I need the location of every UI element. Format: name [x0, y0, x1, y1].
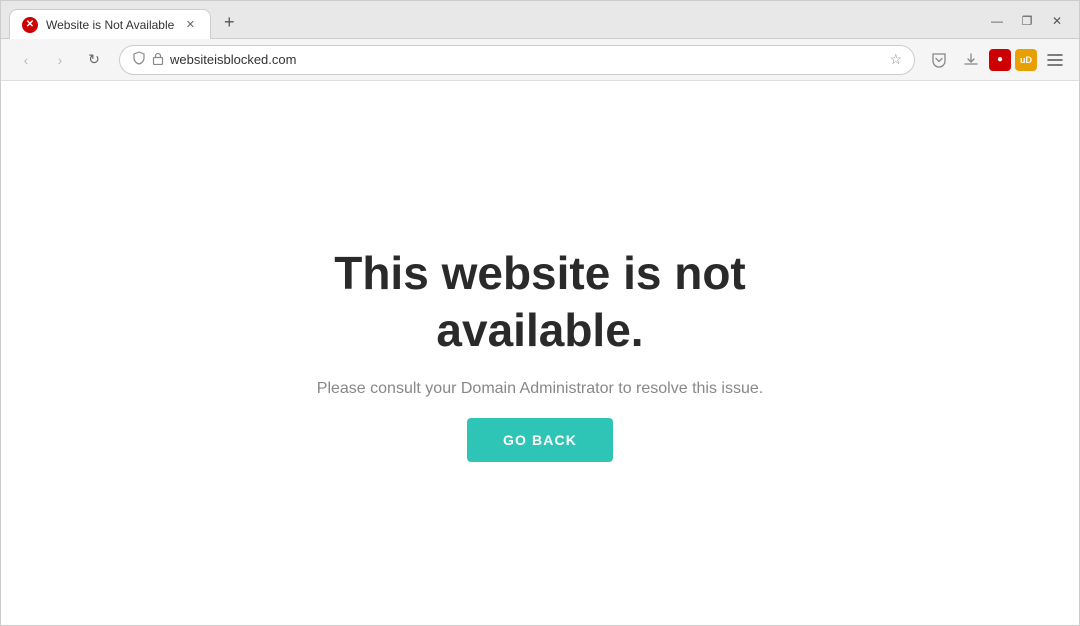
close-button[interactable]: ✕: [1043, 10, 1071, 32]
download-button[interactable]: [957, 46, 985, 74]
extension-ud-label: uD: [1020, 55, 1032, 65]
title-bar: ✕ Website is Not Available ✕ + — ❐ ✕: [1, 1, 1079, 39]
browser-tab[interactable]: ✕ Website is Not Available ✕: [9, 9, 211, 39]
nav-bar: ‹ › ↻ websiteisblocked.com ☆: [1, 39, 1079, 81]
url-text: websiteisblocked.com: [170, 52, 883, 67]
go-back-button[interactable]: GO BACK: [467, 418, 613, 462]
lock-icon: [152, 52, 164, 68]
minimize-button[interactable]: —: [983, 10, 1011, 32]
tab-favicon: ✕: [22, 17, 38, 33]
extension-red-button[interactable]: ●: [989, 49, 1011, 71]
bookmark-star-icon[interactable]: ☆: [889, 51, 902, 68]
new-tab-button[interactable]: +: [215, 8, 243, 36]
extension-red-label: ●: [997, 54, 1003, 65]
window-controls: — ❐ ✕: [983, 10, 1071, 32]
extension-ud-button[interactable]: uD: [1015, 49, 1037, 71]
page-main-title: This website is not available.: [240, 245, 840, 360]
page-subtitle: Please consult your Domain Administrator…: [317, 380, 763, 398]
menu-button[interactable]: [1041, 46, 1069, 74]
pocket-button[interactable]: [925, 46, 953, 74]
back-button[interactable]: ‹: [11, 45, 41, 75]
browser-window: ✕ Website is Not Available ✕ + — ❐ ✕ ‹ ›…: [0, 0, 1080, 626]
tab-close-button[interactable]: ✕: [182, 17, 198, 33]
page-content: This website is not available. Please co…: [1, 81, 1079, 625]
refresh-button[interactable]: ↻: [79, 45, 109, 75]
address-bar[interactable]: websiteisblocked.com ☆: [119, 45, 915, 75]
toolbar-icons: ● uD: [925, 46, 1069, 74]
tab-favicon-icon: ✕: [26, 20, 34, 30]
tab-title: Website is Not Available: [46, 18, 174, 32]
forward-button[interactable]: ›: [45, 45, 75, 75]
maximize-button[interactable]: ❐: [1013, 10, 1041, 32]
shield-icon: [132, 51, 146, 68]
